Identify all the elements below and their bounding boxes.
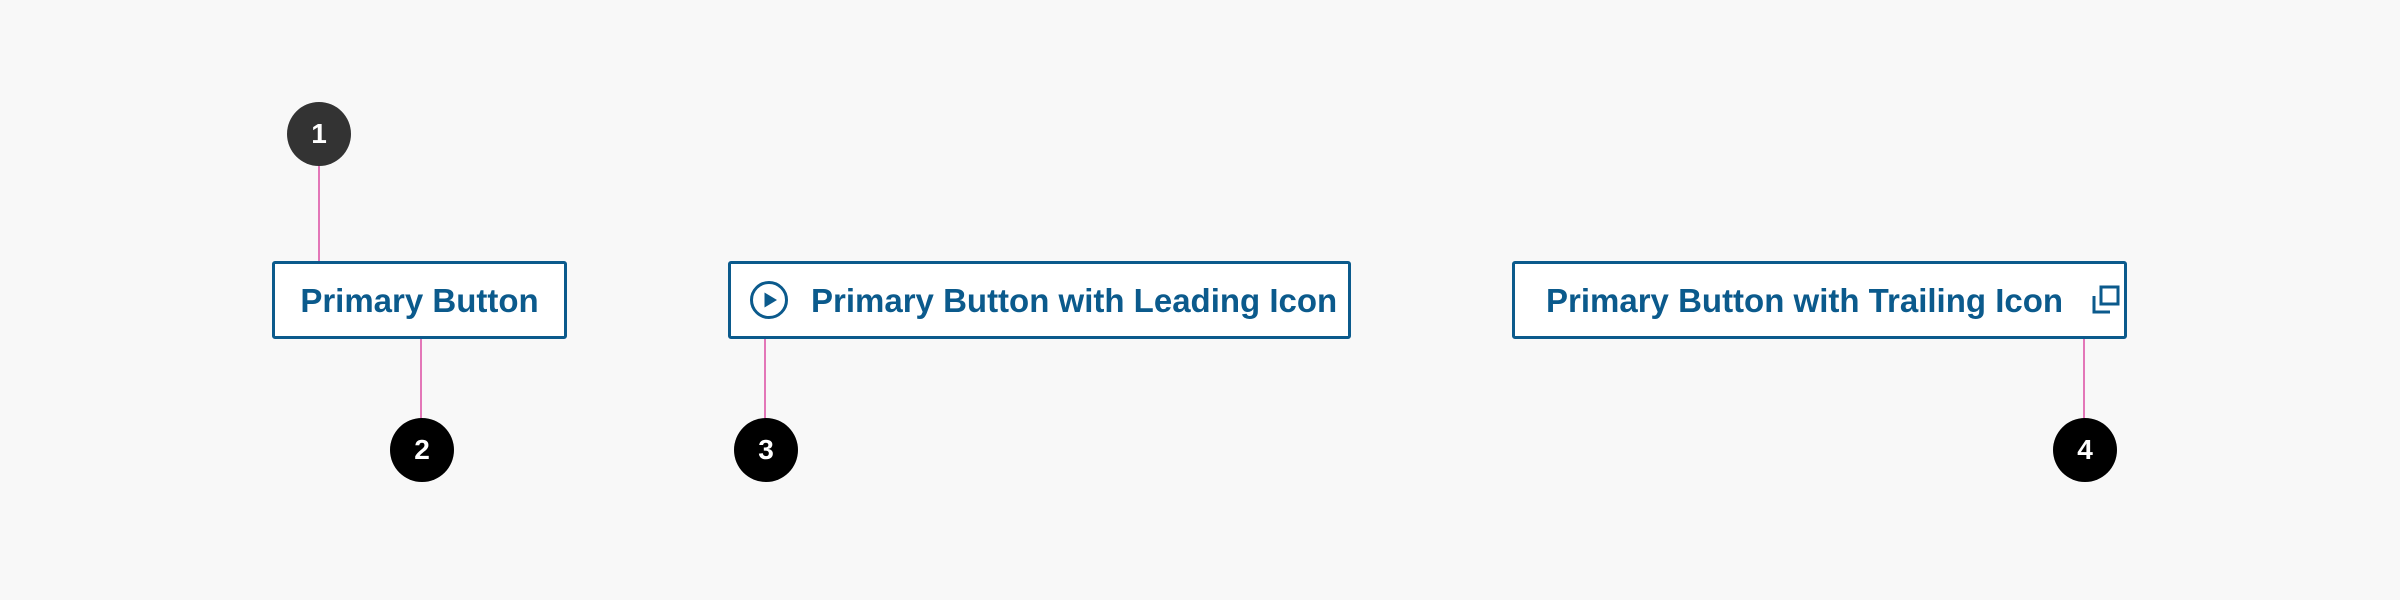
annotation-marker-2: 2 <box>390 418 454 482</box>
annotation-marker-4: 4 <box>2053 418 2117 482</box>
primary-button-label: Primary Button <box>300 281 539 319</box>
primary-button[interactable]: Primary Button <box>272 261 567 339</box>
primary-button-trailing-icon-label: Primary Button with Trailing Icon <box>1546 281 2064 319</box>
play-circle-icon <box>749 280 789 320</box>
annotation-marker-3: 3 <box>734 418 798 482</box>
primary-button-trailing-icon[interactable]: Primary Button with Trailing Icon <box>1512 261 2127 339</box>
external-link-icon <box>2091 285 2121 315</box>
primary-button-leading-icon[interactable]: Primary Button with Leading Icon <box>728 261 1351 339</box>
annotation-marker-1: 1 <box>287 102 351 166</box>
primary-button-leading-icon-label: Primary Button with Leading Icon <box>811 281 1338 319</box>
leader-line-1 <box>318 166 320 262</box>
